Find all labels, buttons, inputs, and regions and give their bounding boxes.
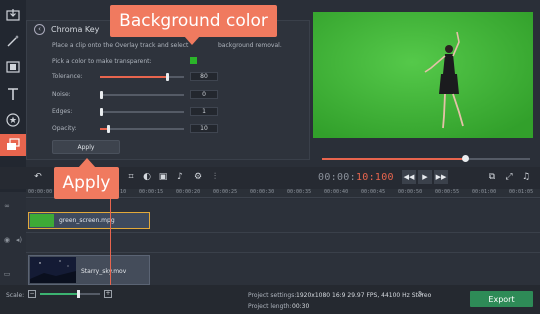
length-value: 00:30 xyxy=(292,303,310,310)
tolerance-label: Tolerance: xyxy=(52,73,83,80)
settings-value: 1920x1080 16:9 29.97 FPS, 44100 Hz Stere… xyxy=(296,292,432,299)
ruler-label: 00:00:35 xyxy=(287,189,312,195)
play-icon[interactable]: ▶ xyxy=(418,170,432,184)
zoom-in-icon[interactable]: + xyxy=(104,290,112,298)
callout-pointer xyxy=(184,36,200,45)
ruler-label: 00:00:15 xyxy=(139,189,164,195)
noise-slider[interactable] xyxy=(100,91,184,99)
ruler-label: 00:00:20 xyxy=(176,189,201,195)
volume-icon[interactable]: ♫ xyxy=(520,171,532,183)
timecode: 00:00:10:100 xyxy=(318,172,394,183)
edit-icon[interactable]: ✎ xyxy=(418,290,424,298)
overlay-clip-thumbnail xyxy=(30,214,54,227)
overlay-clip-name: green_screen.mpg xyxy=(59,217,115,224)
equalizer-icon[interactable]: ⫶ xyxy=(209,171,221,183)
next-icon[interactable]: ▶▶ xyxy=(434,170,448,184)
tolerance-slider[interactable] xyxy=(100,73,184,81)
ruler-label: 00:01:00 xyxy=(472,189,497,195)
apply-button[interactable]: Apply xyxy=(52,140,120,154)
opacity-value[interactable]: 10 xyxy=(190,124,218,133)
opacity-slider[interactable] xyxy=(100,125,184,133)
popout-icon[interactable]: ⧉ xyxy=(486,171,498,183)
edges-slider[interactable] xyxy=(100,108,184,116)
undo-icon[interactable]: ↶ xyxy=(32,171,44,183)
scale-slider[interactable] xyxy=(40,290,100,298)
magic-wand-icon[interactable] xyxy=(2,30,24,52)
export-button[interactable]: Export xyxy=(470,291,533,307)
callout-pointer xyxy=(78,158,96,168)
gear-icon[interactable]: ⚙ xyxy=(192,171,204,183)
visibility-icon[interactable]: ◉ xyxy=(2,236,12,246)
opacity-label: Opacity: xyxy=(52,125,77,132)
ruler-label: 00:00:30 xyxy=(250,189,275,195)
pick-color-label: Pick a color to make transparent: xyxy=(52,58,152,65)
main-clip-thumbnail xyxy=(30,257,76,283)
link-icon[interactable]: ∞ xyxy=(2,202,12,212)
noise-value[interactable]: 0 xyxy=(190,90,218,99)
settings-label: Project settings: xyxy=(248,292,297,299)
audio-icon[interactable]: ◂) xyxy=(14,236,24,246)
track-divider xyxy=(26,232,540,233)
ruler-label: 00:00:55 xyxy=(435,189,460,195)
noise-label: Noise: xyxy=(52,91,71,98)
chroma-key-title: Chroma Key xyxy=(51,24,100,34)
crop-icon[interactable]: ⌗ xyxy=(125,171,137,183)
video-preview xyxy=(313,12,533,138)
main-clip[interactable]: Starry_sky.mov xyxy=(28,255,150,285)
chroma-key-panel xyxy=(26,20,310,160)
tolerance-value[interactable]: 80 xyxy=(190,72,218,81)
ruler-label: 00:01:05 xyxy=(509,189,534,195)
dancer-figure xyxy=(313,12,533,138)
image-icon[interactable]: ▣ xyxy=(157,171,169,183)
chroma-hint-tail: background removal. xyxy=(218,42,282,49)
microphone-icon[interactable]: ♪ xyxy=(174,171,186,183)
color-swatch[interactable] xyxy=(190,57,197,64)
playback-progress[interactable] xyxy=(322,155,530,162)
overlay-clip[interactable]: green_screen.mpg xyxy=(28,212,150,229)
length-label: Project length: xyxy=(248,303,292,310)
fullscreen-icon[interactable]: ⤢ xyxy=(503,171,515,183)
previous-icon[interactable]: ◀◀ xyxy=(402,170,416,184)
main-clip-name: Starry_sky.mov xyxy=(81,268,127,275)
edges-label: Edges: xyxy=(52,108,73,115)
star-icon[interactable] xyxy=(2,109,24,131)
color-adjust-icon[interactable]: ◐ xyxy=(141,171,153,183)
zoom-out-icon[interactable]: − xyxy=(28,290,36,298)
scale-label: Scale: xyxy=(6,292,25,299)
track-divider xyxy=(26,252,540,253)
ruler-label: 00:00:40 xyxy=(324,189,349,195)
ruler-label: 00:00:25 xyxy=(213,189,238,195)
edges-value[interactable]: 1 xyxy=(190,107,218,116)
filmstrip-icon[interactable] xyxy=(2,56,24,78)
ruler-label: 00:00:50 xyxy=(398,189,423,195)
ruler-label: 00:00:45 xyxy=(361,189,386,195)
apply-callout: Apply xyxy=(54,167,119,199)
track-icon[interactable]: ▭ xyxy=(2,270,12,280)
playhead[interactable] xyxy=(110,189,111,285)
back-icon[interactable]: ‹ xyxy=(34,23,45,35)
titles-icon[interactable] xyxy=(2,83,24,105)
background-color-callout: Background color xyxy=(110,5,277,37)
import-icon[interactable] xyxy=(2,4,24,26)
chroma-hint: Place a clip onto the Overlay track and … xyxy=(52,42,189,49)
ruler-label: 00:00:00 xyxy=(28,189,53,195)
overlay-icon[interactable] xyxy=(0,134,26,156)
